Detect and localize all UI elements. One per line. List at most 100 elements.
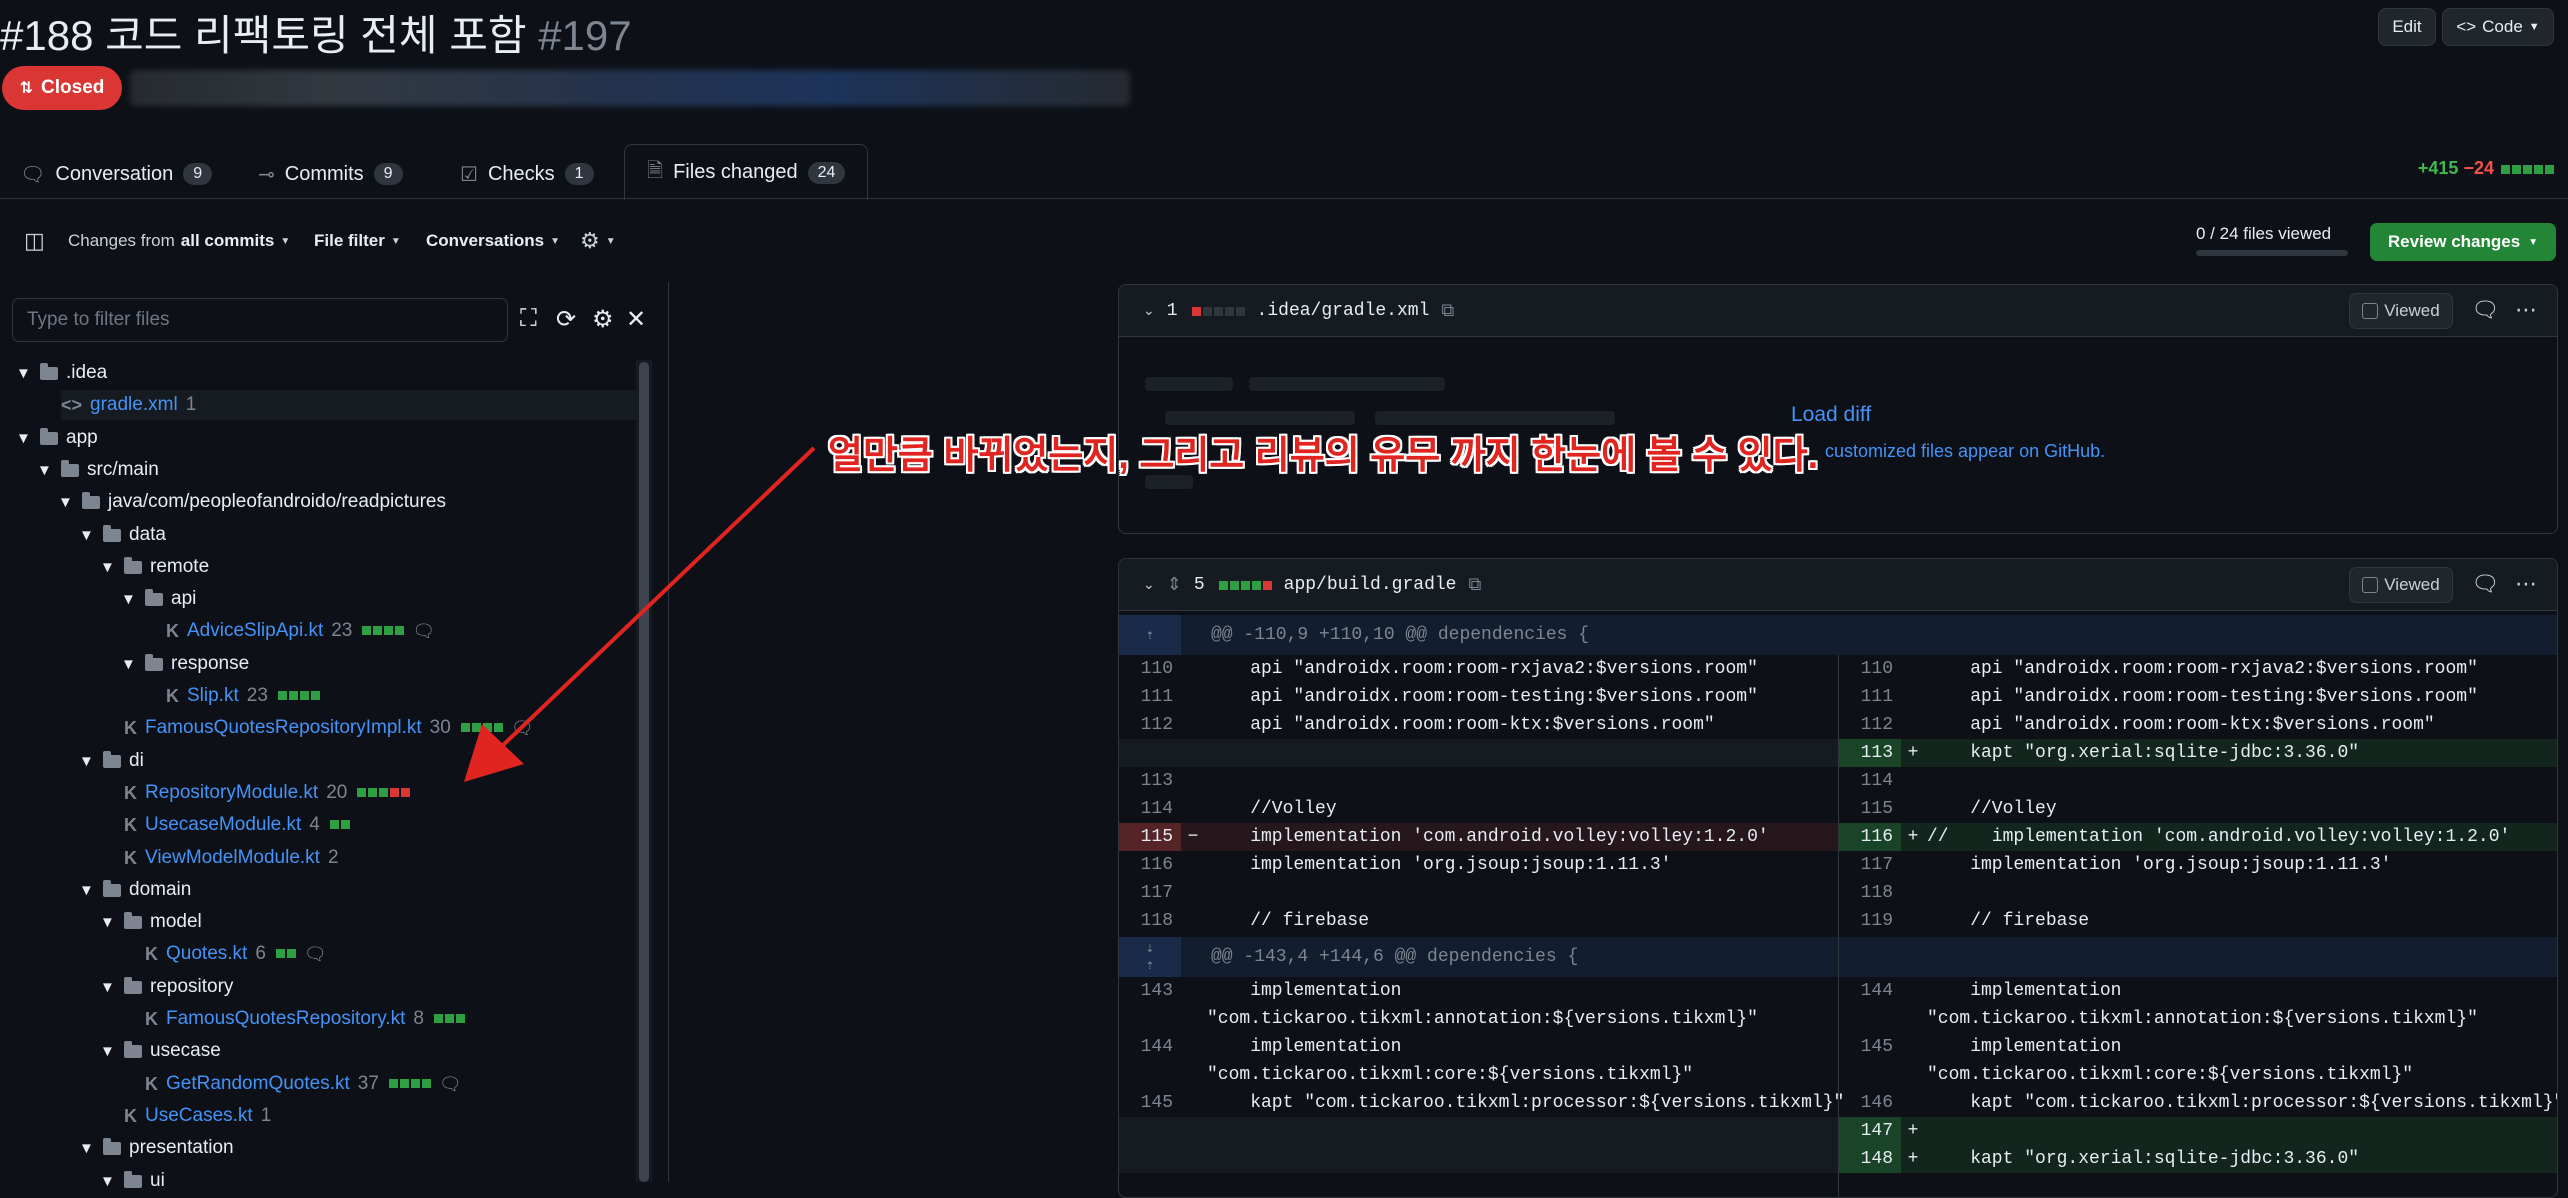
tree-folder[interactable]: ▼ domain xyxy=(79,875,191,905)
diff-settings-button[interactable]: ⚙ ▼ xyxy=(580,228,616,254)
line-number-left[interactable]: 117 xyxy=(1119,879,1181,907)
code-button[interactable]: <> Code ▼ xyxy=(2442,8,2554,46)
tree-folder[interactable]: ▼ app xyxy=(16,423,98,453)
tree-file[interactable]: K GetRandomQuotes.kt 37 🗨 xyxy=(145,1069,462,1099)
tree-file-label[interactable]: FamousQuotesRepository.kt xyxy=(166,1008,405,1030)
line-number-right[interactable]: 111 xyxy=(1839,683,1901,711)
file-path[interactable]: .idea/gradle.xml xyxy=(1257,301,1430,321)
edit-button[interactable]: Edit xyxy=(2378,8,2436,46)
tree-folder[interactable]: ▼ .idea xyxy=(16,358,107,388)
line-number-right[interactable]: 113 xyxy=(1839,739,1901,767)
viewed-checkbox[interactable]: Viewed xyxy=(2349,567,2453,603)
tree-file-label[interactable]: gradle.xml xyxy=(90,394,178,416)
line-number-left[interactable]: 145 xyxy=(1119,1089,1181,1117)
line-number-right[interactable]: 115 xyxy=(1839,795,1901,823)
tree-file[interactable]: K ViewModelModule.kt 2 xyxy=(124,843,339,873)
line-number-left[interactable]: 111 xyxy=(1119,683,1181,711)
tree-file-label[interactable]: RepositoryModule.kt xyxy=(145,782,318,804)
review-changes-button[interactable]: Review changes ▼ xyxy=(2370,223,2556,261)
file-path[interactable]: app/build.gradle xyxy=(1284,575,1457,595)
line-number-right[interactable]: 148 xyxy=(1839,1145,1901,1173)
tree-file-label[interactable]: ViewModelModule.kt xyxy=(145,847,320,869)
file-filter-input[interactable] xyxy=(12,298,508,342)
tree-file-label[interactable]: UseCases.kt xyxy=(145,1105,253,1127)
line-number-right[interactable]: 146 xyxy=(1839,1089,1901,1117)
copy-icon[interactable]: ⧉ xyxy=(1441,300,1454,321)
chevron-down-icon[interactable]: ⌄ xyxy=(1143,302,1155,319)
tree-folder[interactable]: ▼ model xyxy=(100,907,202,937)
viewed-checkbox[interactable]: Viewed xyxy=(2349,293,2453,329)
line-number-left[interactable] xyxy=(1119,1061,1181,1089)
expand-icon[interactable]: ⇣ ⇡ xyxy=(1119,937,1181,977)
expand-icon[interactable]: ⇡ xyxy=(1119,615,1181,655)
gear-icon[interactable]: ⚙ xyxy=(592,305,614,334)
line-number-left[interactable]: 113 xyxy=(1119,767,1181,795)
load-diff-note[interactable]: customized files appear on GitHub. xyxy=(1825,441,2105,462)
comment-icon[interactable]: 🗨 xyxy=(2471,297,2499,323)
tree-file[interactable]: <> gradle.xml 1 xyxy=(61,390,636,420)
tree-file-label[interactable]: FamousQuotesRepositoryImpl.kt xyxy=(145,717,422,739)
sidebar-toggle-icon[interactable]: ◫ xyxy=(24,228,45,254)
line-number-left[interactable]: 115 xyxy=(1119,823,1181,851)
tree-file[interactable]: K UsecaseModule.kt 4 xyxy=(124,810,350,840)
line-number-left[interactable] xyxy=(1119,1145,1181,1173)
expand-all-icon[interactable]: ⇕ xyxy=(1167,574,1182,595)
kebab-menu-icon[interactable]: ⋯ xyxy=(2515,297,2537,323)
changes-from-dropdown[interactable]: Changes from all commits ▼ xyxy=(68,228,290,254)
tab-commits[interactable]: ⊸ Commits 9 xyxy=(258,150,403,198)
tab-conversation[interactable]: 🗨 Conversation 9 xyxy=(20,150,213,198)
line-number-right[interactable]: 118 xyxy=(1839,879,1901,907)
tree-folder[interactable]: ▼ di xyxy=(79,746,144,776)
line-number-left[interactable] xyxy=(1119,1005,1181,1033)
line-number-right[interactable]: 144 xyxy=(1839,977,1901,1005)
line-number-left[interactable] xyxy=(1119,1117,1181,1145)
line-number-right[interactable]: 110 xyxy=(1839,655,1901,683)
file-filter-dropdown[interactable]: File filter ▼ xyxy=(314,228,401,254)
comment-icon[interactable]: 🗨 xyxy=(439,1074,462,1095)
line-number-left[interactable]: 116 xyxy=(1119,851,1181,879)
line-number-right[interactable]: 112 xyxy=(1839,711,1901,739)
tree-folder[interactable]: ▼ presentation xyxy=(79,1133,234,1163)
line-number-right[interactable]: 117 xyxy=(1839,851,1901,879)
tree-file-label[interactable]: Slip.kt xyxy=(187,685,239,707)
line-number-left[interactable] xyxy=(1119,739,1181,767)
tree-file-label[interactable]: AdviceSlipApi.kt xyxy=(187,620,323,642)
tree-file[interactable]: K RepositoryModule.kt 20 xyxy=(124,778,411,808)
comment-icon[interactable]: 🗨 xyxy=(304,944,327,965)
tree-folder[interactable]: ▼ ui xyxy=(100,1166,165,1196)
tree-folder[interactable]: ▼ response xyxy=(121,649,249,679)
tree-file[interactable]: K Slip.kt 23 xyxy=(166,681,320,711)
sync-icon[interactable]: ⟳ xyxy=(556,305,576,334)
tab-checks[interactable]: ☑ Checks 1 xyxy=(460,150,594,198)
tree-folder[interactable]: ▼ usecase xyxy=(100,1036,221,1066)
line-number-left[interactable]: 118 xyxy=(1119,907,1181,935)
tree-file-label[interactable]: Quotes.kt xyxy=(166,943,247,965)
tree-folder[interactable]: ▼ java/com/peopleofandroido/readpictures xyxy=(58,487,446,517)
line-number-right[interactable] xyxy=(1839,1005,1901,1033)
tree-folder[interactable]: ▼ src/main xyxy=(37,455,159,485)
line-number-left[interactable]: 110 xyxy=(1119,655,1181,683)
tab-files-changed[interactable]: 🗎 Files changed 24 xyxy=(624,144,869,200)
tree-file[interactable]: K FamousQuotesRepository.kt 8 xyxy=(145,1004,465,1034)
comment-icon[interactable]: 🗨 xyxy=(412,621,435,642)
kebab-menu-icon[interactable]: ⋯ xyxy=(2515,571,2537,597)
tree-file[interactable]: K Quotes.kt 6 🗨 xyxy=(145,939,327,969)
close-icon[interactable]: ✕ xyxy=(626,305,646,334)
tree-folder[interactable]: ▼ remote xyxy=(100,552,209,582)
line-number-right[interactable] xyxy=(1839,1061,1901,1089)
expand-icon[interactable]: ⛶ xyxy=(520,305,537,333)
line-number-left[interactable]: 144 xyxy=(1119,1033,1181,1061)
tree-folder[interactable]: ▼ repository xyxy=(100,972,233,1002)
line-number-right[interactable]: 145 xyxy=(1839,1033,1901,1061)
tree-folder[interactable]: ▼ data xyxy=(79,520,166,550)
line-number-left[interactable]: 112 xyxy=(1119,711,1181,739)
tree-file-label[interactable]: GetRandomQuotes.kt xyxy=(166,1073,350,1095)
chevron-down-icon[interactable]: ⌄ xyxy=(1143,576,1155,593)
conversations-dropdown[interactable]: Conversations ▼ xyxy=(426,228,560,254)
line-number-right[interactable]: 116 xyxy=(1839,823,1901,851)
line-number-right[interactable]: 119 xyxy=(1839,907,1901,935)
comment-icon[interactable]: 🗨 xyxy=(2471,571,2499,597)
tree-folder[interactable]: ▼ api xyxy=(121,584,196,614)
line-number-right[interactable]: 147 xyxy=(1839,1117,1901,1145)
line-number-left[interactable]: 114 xyxy=(1119,795,1181,823)
